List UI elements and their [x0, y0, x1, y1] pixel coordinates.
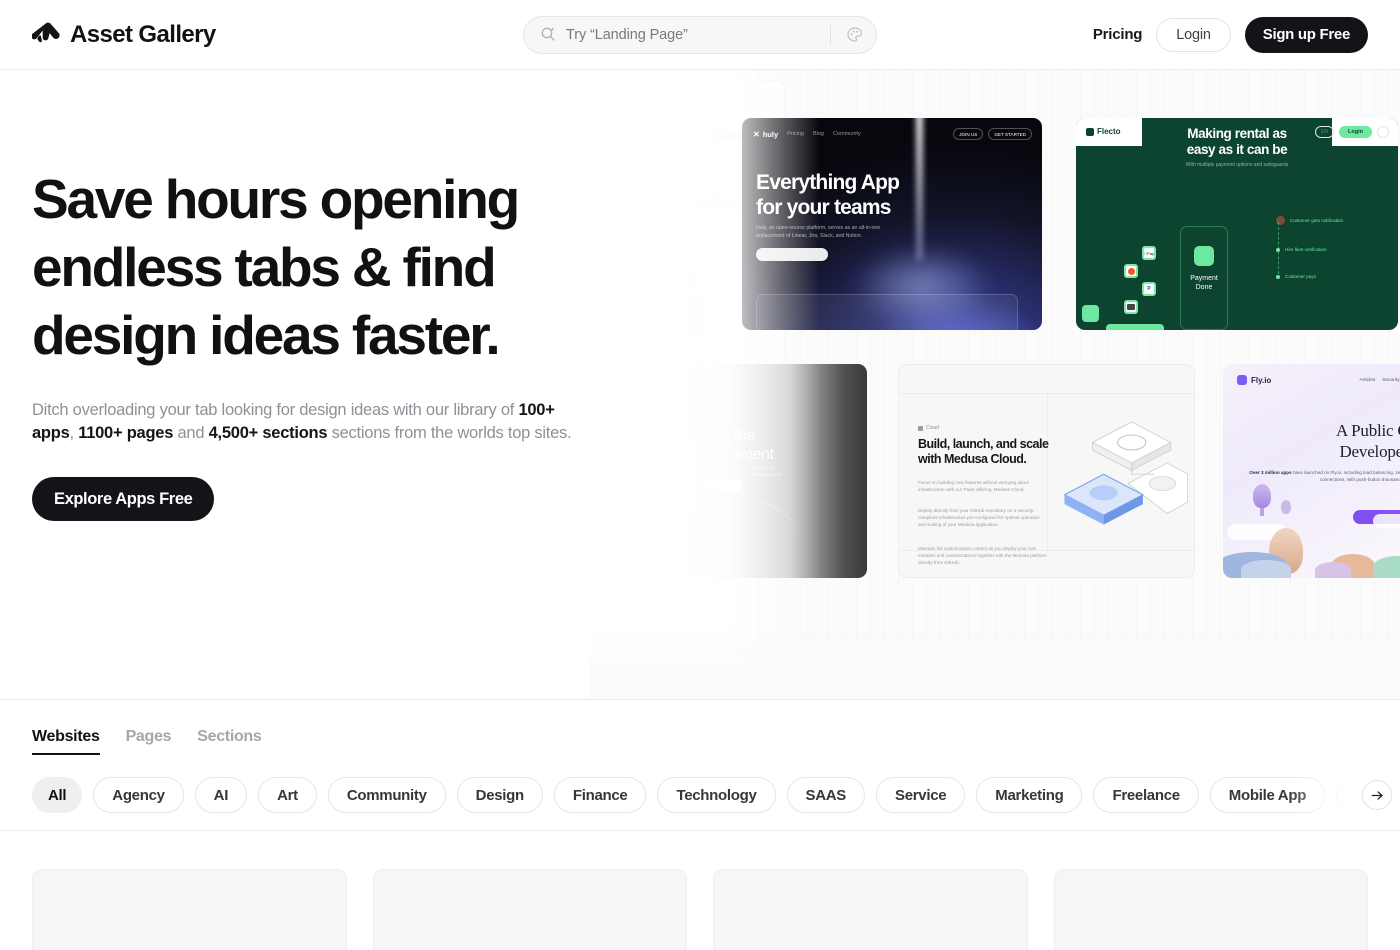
palette-icon — [847, 26, 863, 42]
ghost-headline: es for the nation — [600, 192, 746, 214]
results-grid — [0, 831, 1400, 950]
arrow-right-icon — [1371, 790, 1383, 800]
search-container — [523, 15, 877, 54]
chip-agency[interactable]: Agency — [93, 777, 184, 813]
payment-status: Payment Done — [1190, 275, 1218, 291]
chip-saas[interactable]: SAAS — [786, 777, 866, 813]
category-filter-row: All Agency AI Art Community Design Finan… — [0, 777, 1400, 831]
result-card[interactable] — [1053, 869, 1368, 950]
chips-next-button[interactable] — [1362, 780, 1392, 810]
gallery-card-medusa[interactable]: Cloud Build, launch, and scale with Medu… — [898, 364, 1195, 578]
chip-service[interactable]: Service — [876, 777, 966, 813]
category-chips[interactable]: All Agency AI Art Community Design Finan… — [0, 777, 1400, 813]
page-title: Save hours opening endless tabs & find d… — [32, 168, 520, 366]
card-app-panel — [756, 294, 1018, 330]
isometric-cloud-illustration — [1063, 421, 1188, 525]
signup-button[interactable]: Sign up Free — [1244, 16, 1368, 53]
tab-pages[interactable]: Pages — [126, 728, 172, 755]
result-card[interactable] — [372, 869, 687, 950]
notification-timeline: Customer gets notification Hire fleet ve… — [1276, 216, 1374, 301]
site-header: Asset Gallery Pricing Login Sign — [0, 0, 1400, 70]
gallery-bottom-fade — [590, 629, 1400, 699]
hero-subtitle: Ditch overloading your tab looking for d… — [32, 401, 572, 442]
pricing-link[interactable]: Pricing — [1093, 26, 1143, 43]
tab-websites[interactable]: Websites — [32, 728, 100, 755]
gallery-card-flecto[interactable]: Flecto EN Login Making rental as easy as… — [1076, 118, 1398, 330]
chip-ai[interactable]: AI — [194, 777, 248, 813]
balloon-icon — [1281, 500, 1291, 514]
login-button[interactable]: Login — [1156, 17, 1231, 52]
card-body-1: Focus on building new features without w… — [918, 480, 1029, 492]
card-body-3: Maintain full customization control as y… — [918, 546, 1047, 565]
chip-finance[interactable]: Finance — [553, 777, 647, 813]
card-headline: A Public Cloud Developers W — [1335, 421, 1400, 461]
balloon-icon — [1253, 484, 1271, 508]
result-card[interactable] — [713, 869, 1028, 950]
flecto-brand: Flecto — [1086, 127, 1121, 136]
search-sparkle-icon — [541, 27, 555, 41]
search-divider — [830, 24, 831, 45]
card-body-2: Deploy directly from your GitHub reposit… — [918, 508, 1040, 527]
card-subhead: With multiple payment options and safegu… — [1185, 162, 1289, 168]
card-cta — [756, 248, 828, 261]
card-tag: Cloud — [918, 425, 939, 431]
result-card[interactable] — [32, 869, 347, 950]
chip-community[interactable]: Community — [327, 777, 446, 813]
chip-design[interactable]: Design — [456, 777, 543, 813]
mountain-logo-icon — [32, 22, 60, 42]
hero-gallery: es for the nation ✕ huly Pricing Blog Com… — [590, 70, 1400, 699]
card-headline: Everything App for your teams — [756, 171, 900, 219]
hero-section: Save hours opening endless tabs & find d… — [0, 70, 1400, 700]
gallery-card-join-movement[interactable]: Join the Movement Connect, collaborate a… — [590, 364, 867, 578]
chip-art[interactable]: Art — [258, 777, 317, 813]
brand-name: Asset Gallery — [70, 20, 216, 48]
chip-technology[interactable]: Technology — [657, 777, 776, 813]
chip-freelance[interactable]: Freelance — [1093, 777, 1199, 813]
chip-marketing[interactable]: Marketing — [976, 777, 1083, 813]
palette-button[interactable] — [840, 20, 870, 50]
search-input[interactable] — [566, 26, 821, 43]
card-body: Huly, an open-source platform, serves as… — [756, 225, 881, 239]
card-headline: Join the Movement — [702, 427, 774, 463]
card-body: Over 3 million apps have launched on Fly… — [1249, 470, 1400, 482]
brand[interactable]: Asset Gallery — [32, 21, 216, 49]
gallery-card-everything-app[interactable]: ✕ huly Pricing Blog Community JOIN US GET… — [742, 118, 1042, 330]
browse-section: Websites Pages Sections All Agency AI Ar… — [0, 700, 1400, 950]
chip-mobile-app[interactable]: Mobile App — [1209, 777, 1326, 813]
gallery-card-flyio[interactable]: Fly.io Articles Security Infra Log Docs … — [1223, 364, 1400, 578]
primary-nav: Pricing Login Sign up Free — [1093, 16, 1368, 53]
search-bar[interactable] — [523, 15, 877, 54]
card-headline: Making rental as easy as it can be — [1186, 126, 1288, 157]
card-nav: ✕ huly Pricing Blog Community JOIN US GET… — [753, 128, 1032, 140]
card-cta — [702, 480, 743, 491]
explore-apps-button[interactable]: Explore Apps Free — [32, 477, 215, 521]
hero-copy: Save hours opening endless tabs & find d… — [0, 70, 590, 699]
tab-sections[interactable]: Sections — [197, 728, 262, 755]
card-nav: Fly.io Articles Security Infra Log Docs … — [1237, 375, 1400, 385]
content-type-tabs: Websites Pages Sections — [0, 700, 1400, 755]
chip-all[interactable]: All — [32, 777, 83, 813]
